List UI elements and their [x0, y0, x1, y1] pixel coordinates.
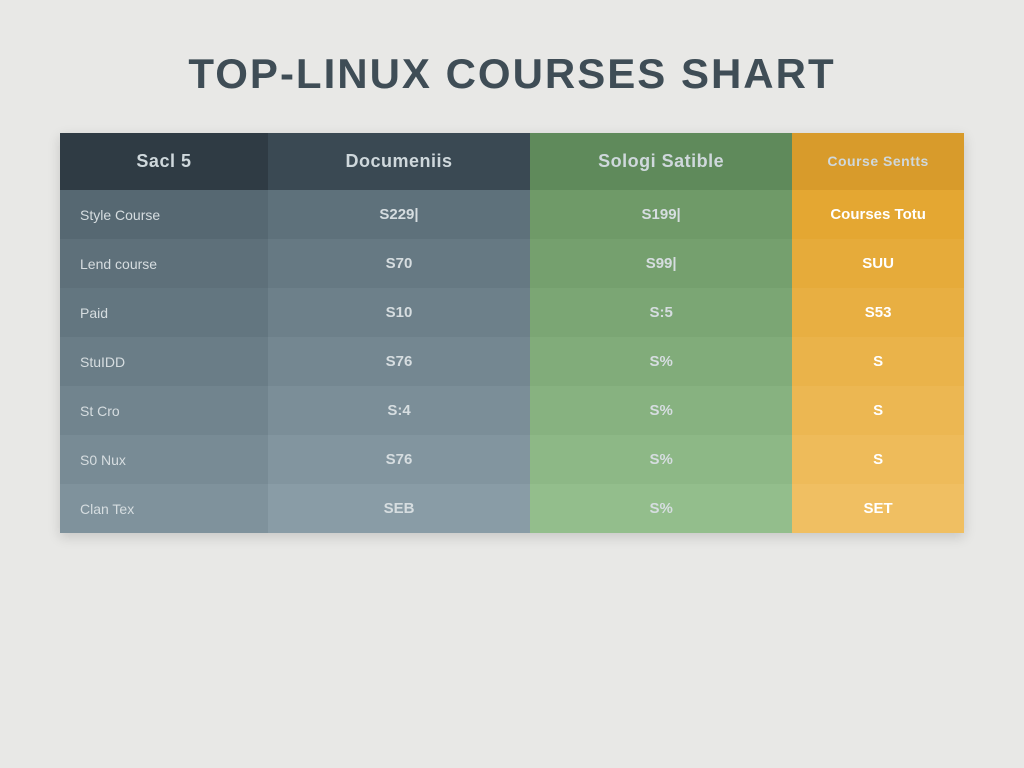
cell-value: S% — [530, 337, 792, 386]
cell-value: S76 — [268, 435, 530, 484]
row-label: Lend course — [60, 239, 268, 288]
cell-value: S — [792, 386, 964, 435]
cell-value: SUU — [792, 239, 964, 288]
row-label: St Cro — [60, 386, 268, 435]
cell-value: S% — [530, 435, 792, 484]
cell-value: S229| — [268, 190, 530, 239]
cell-value: S76 — [268, 337, 530, 386]
row-label: Paid — [60, 288, 268, 337]
col-header-0: Sacl 5 — [60, 133, 268, 190]
chart-title: TOP-LINUX COURSES SHART — [60, 50, 964, 98]
row-label: S0 Nux — [60, 435, 268, 484]
cell-value: S99| — [530, 239, 792, 288]
cell-value: S — [792, 337, 964, 386]
col-header-3: Course Sentts — [792, 133, 964, 190]
col-header-2: Sologi Satible — [530, 133, 792, 190]
cell-value: SET — [792, 484, 964, 533]
cell-value: S70 — [268, 239, 530, 288]
cell-value: SEB — [268, 484, 530, 533]
cell-value: S — [792, 435, 964, 484]
cell-value: S:5 — [530, 288, 792, 337]
row-label: StuIDD — [60, 337, 268, 386]
table-row: Lend course S70 S99| SUU — [60, 239, 964, 288]
table-row: St Cro S:4 S% S — [60, 386, 964, 435]
table-row: Clan Tex SEB S% SET — [60, 484, 964, 533]
table-row: Style Course S229| S199| Courses Totu — [60, 190, 964, 239]
row-label: Style Course — [60, 190, 268, 239]
table-header-row: Sacl 5 Documeniis Sologi Satible Course … — [60, 133, 964, 190]
cell-value: S% — [530, 484, 792, 533]
cell-value: Courses Totu — [792, 190, 964, 239]
chart-container: TOP-LINUX COURSES SHART Sacl 5 Documenii… — [0, 0, 1024, 768]
table-row: StuIDD S76 S% S — [60, 337, 964, 386]
cell-value: S199| — [530, 190, 792, 239]
table-row: S0 Nux S76 S% S — [60, 435, 964, 484]
cell-value: S53 — [792, 288, 964, 337]
col-header-1: Documeniis — [268, 133, 530, 190]
row-label: Clan Tex — [60, 484, 268, 533]
cell-value: S:4 — [268, 386, 530, 435]
cell-value: S10 — [268, 288, 530, 337]
cell-value: S% — [530, 386, 792, 435]
courses-table: Sacl 5 Documeniis Sologi Satible Course … — [60, 133, 964, 533]
table-row: Paid S10 S:5 S53 — [60, 288, 964, 337]
